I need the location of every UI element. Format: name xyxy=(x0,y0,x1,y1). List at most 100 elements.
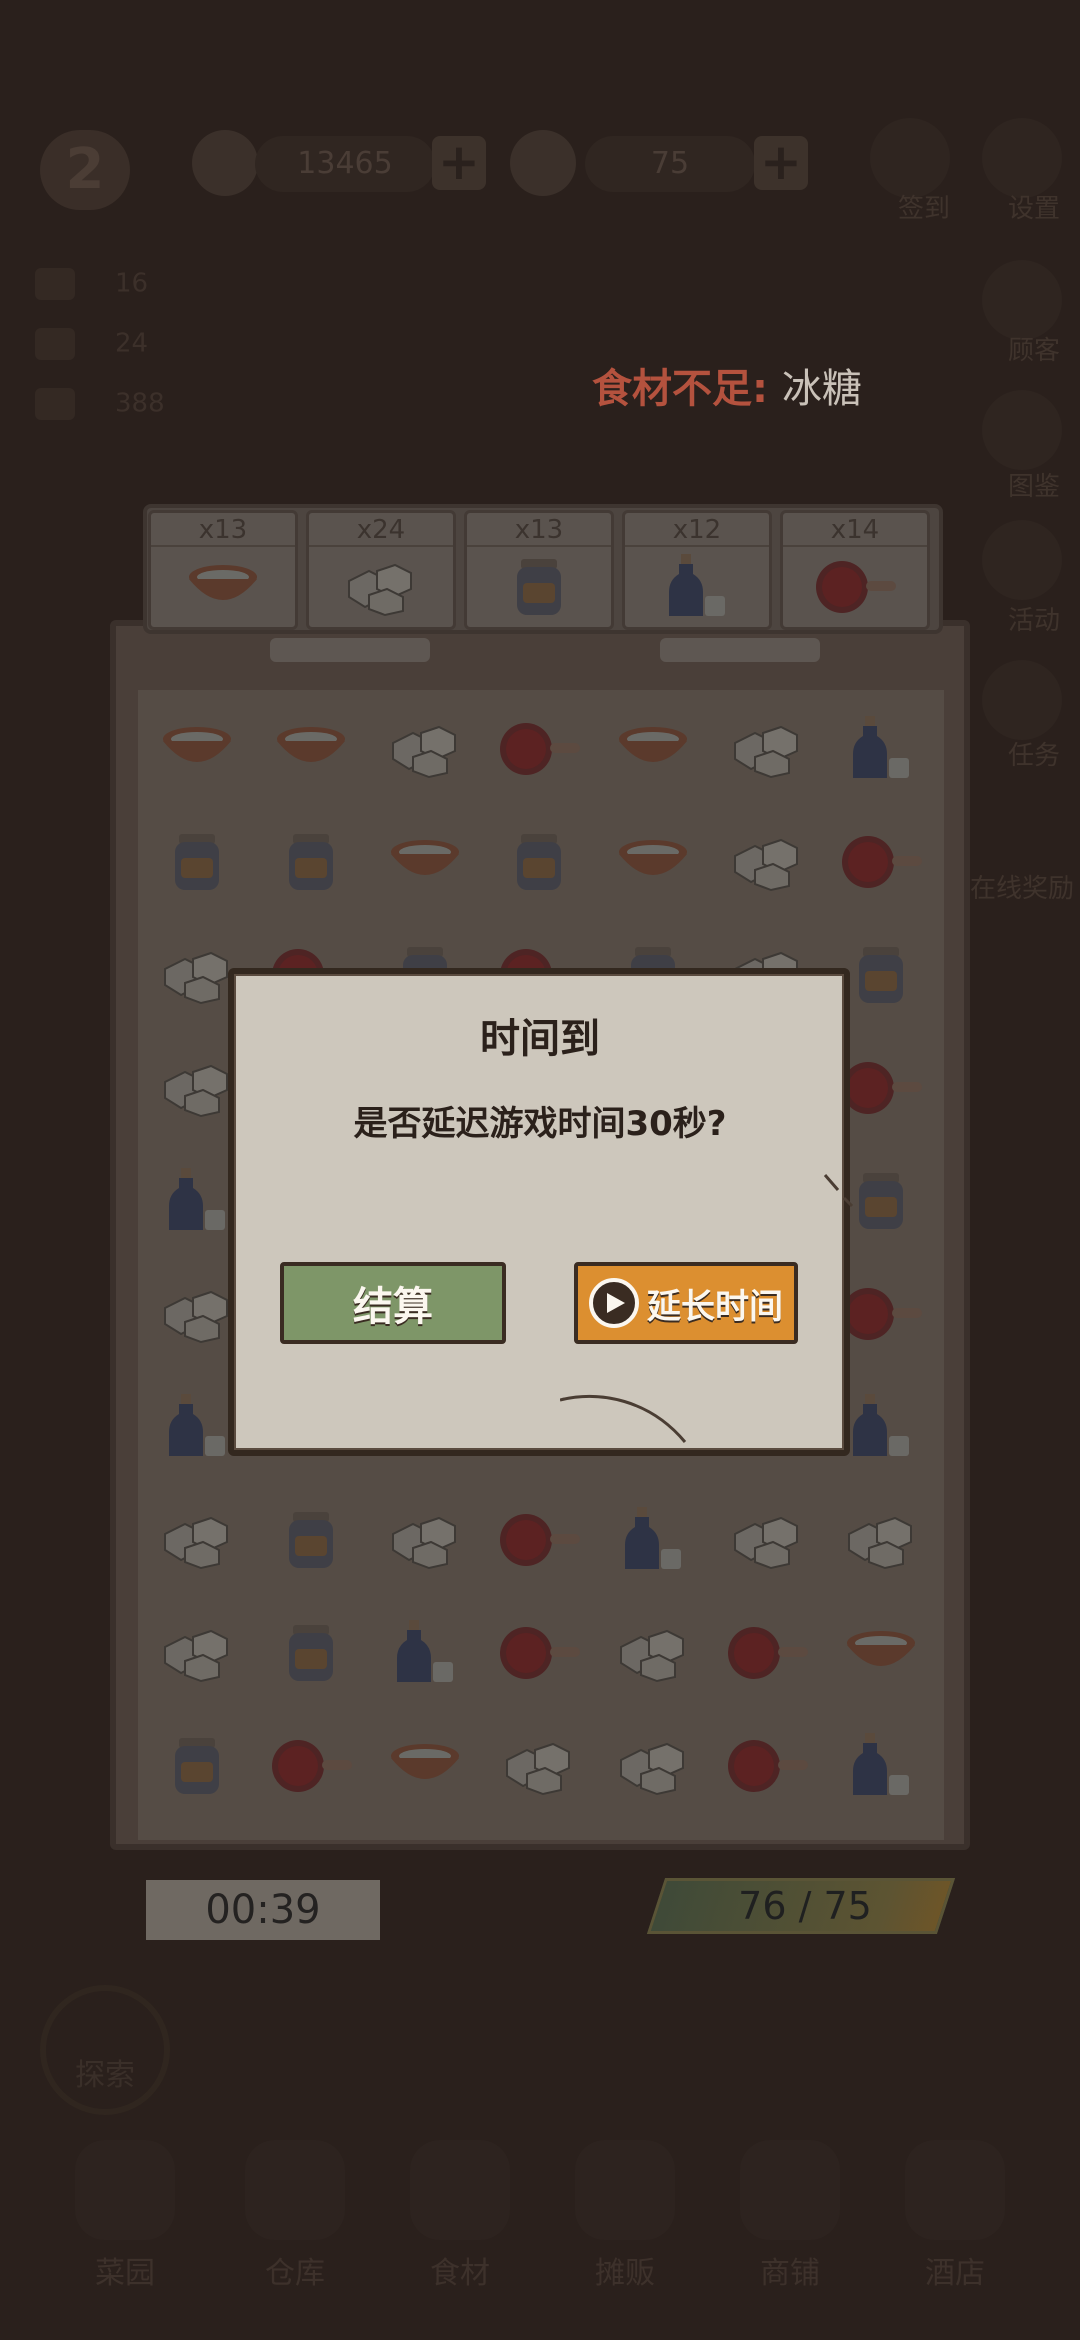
settle-button[interactable]: 结算 xyxy=(280,1262,506,1344)
bowl-tile[interactable] xyxy=(596,692,710,805)
tofu-tile[interactable] xyxy=(596,1596,710,1709)
slot-count: x24 xyxy=(309,513,453,547)
task-label: 任务 xyxy=(1007,741,1060,771)
tray-slot: x24 xyxy=(306,510,456,630)
tofu-tile[interactable] xyxy=(482,1709,596,1822)
nav-label: 摊贩 xyxy=(595,2256,655,2291)
tray-slot: x14 xyxy=(780,510,930,630)
album-label: 图鉴 xyxy=(1007,472,1060,502)
pan-tile[interactable] xyxy=(254,1709,368,1822)
bowl-tile[interactable] xyxy=(368,1709,482,1822)
bowl-tile[interactable] xyxy=(368,805,482,918)
stat-icon xyxy=(35,268,75,300)
nav-garden[interactable]: 菜园 xyxy=(60,2140,190,2300)
settings-icon[interactable] xyxy=(982,118,1062,198)
jar-tile[interactable] xyxy=(254,1596,368,1709)
tofu-tile[interactable] xyxy=(824,1483,938,1596)
bowl-tile[interactable] xyxy=(596,805,710,918)
bowl-icon xyxy=(151,547,295,627)
nav-label: 食材 xyxy=(430,2256,490,2291)
board-hinge xyxy=(270,638,430,662)
nav-label: 仓库 xyxy=(265,2256,325,2291)
nav-label: 菜园 xyxy=(95,2256,155,2291)
warehouse-icon xyxy=(245,2140,345,2240)
level-badge: 2 xyxy=(40,130,130,210)
bowl-tile[interactable] xyxy=(254,692,368,805)
red-pan-icon xyxy=(783,547,927,627)
event-label: 活动 xyxy=(1007,606,1060,636)
dialog-decoration xyxy=(823,1174,854,1208)
bottle-tile[interactable] xyxy=(824,1709,938,1822)
jar-tile[interactable] xyxy=(140,805,254,918)
dialog-decoration xyxy=(560,1394,687,1443)
tofu-tile[interactable] xyxy=(140,1596,254,1709)
settings-label: 设置 xyxy=(1007,194,1060,224)
bowl-tile[interactable] xyxy=(140,692,254,805)
ingredient-warning: 食材不足: 冰糖 xyxy=(592,356,862,414)
slot-count: x12 xyxy=(625,513,769,547)
task-icon[interactable] xyxy=(982,660,1062,740)
stat-icon xyxy=(35,388,75,420)
bottle-icon xyxy=(625,547,769,627)
pan-tile[interactable] xyxy=(710,1596,824,1709)
hotel-icon xyxy=(905,2140,1005,2240)
nav-label: 商铺 xyxy=(760,2256,820,2291)
tofu-tile[interactable] xyxy=(710,805,824,918)
event-icon[interactable] xyxy=(982,520,1062,600)
add-coins-button[interactable]: + xyxy=(432,136,486,190)
nav-ingredients[interactable]: 食材 xyxy=(395,2140,525,2300)
explore-button[interactable]: 探索 xyxy=(40,1985,170,2115)
coin-count: 13465 xyxy=(255,136,435,192)
dialog-message: 是否延迟游戏时间30秒? xyxy=(353,1104,727,1144)
bottle-tile[interactable] xyxy=(596,1483,710,1596)
checkin-icon[interactable] xyxy=(870,118,950,198)
bowl-tile[interactable] xyxy=(824,1596,938,1709)
checkin-label: 签到 xyxy=(897,194,950,224)
customer-label: 顾客 xyxy=(1007,336,1060,366)
nav-vendor[interactable]: 摊贩 xyxy=(560,2140,690,2300)
tofu-tile[interactable] xyxy=(710,692,824,805)
pan-tile[interactable] xyxy=(482,1596,596,1709)
tofu-tile[interactable] xyxy=(140,1483,254,1596)
warning-label: 食材不足: xyxy=(592,366,768,412)
jar-tile[interactable] xyxy=(254,805,368,918)
jar-icon xyxy=(467,547,611,627)
nav-label: 酒店 xyxy=(925,2256,985,2291)
pan-tile[interactable] xyxy=(482,1483,596,1596)
pan-tile[interactable] xyxy=(824,805,938,918)
pan-tile[interactable] xyxy=(482,692,596,805)
jar-tile[interactable] xyxy=(482,805,596,918)
nav-warehouse[interactable]: 仓库 xyxy=(230,2140,360,2300)
timer-text: 00:39 xyxy=(205,1887,321,1933)
tofu-tile[interactable] xyxy=(596,1709,710,1822)
album-icon[interactable] xyxy=(982,390,1062,470)
bottle-tile[interactable] xyxy=(368,1596,482,1709)
progress-text: 76 / 75 xyxy=(738,1884,872,1928)
stat-row: 16 xyxy=(35,268,148,300)
explore-label: 探索 xyxy=(75,2058,135,2093)
jar-tile[interactable] xyxy=(254,1483,368,1596)
bottle-tile[interactable] xyxy=(824,692,938,805)
stat-value: 16 xyxy=(115,268,149,299)
stat-row: 24 xyxy=(35,328,148,360)
slot-count: x14 xyxy=(783,513,927,547)
jar-tile[interactable] xyxy=(140,1709,254,1822)
online-reward-label: 在线奖励 xyxy=(969,874,1074,904)
tofu-tile[interactable] xyxy=(710,1483,824,1596)
nav-hotel[interactable]: 酒店 xyxy=(890,2140,1020,2300)
tofu-tile[interactable] xyxy=(368,1483,482,1596)
tofu-tile[interactable] xyxy=(368,692,482,805)
shop-icon xyxy=(740,2140,840,2240)
extend-time-button[interactable]: 延长时间 xyxy=(574,1262,798,1344)
gem-count: 75 xyxy=(585,136,755,192)
nav-shop[interactable]: 商铺 xyxy=(725,2140,855,2300)
ingredients-icon xyxy=(410,2140,510,2240)
add-gems-button[interactable]: + xyxy=(754,136,808,190)
tray-slot: x13 xyxy=(148,510,298,630)
stat-value: 24 xyxy=(115,328,149,359)
missing-ingredient: 冰糖 xyxy=(781,366,862,412)
pan-tile[interactable] xyxy=(710,1709,824,1822)
stat-value: 388 xyxy=(115,388,165,419)
settle-label: 结算 xyxy=(353,1284,433,1330)
customer-icon[interactable] xyxy=(982,260,1062,340)
